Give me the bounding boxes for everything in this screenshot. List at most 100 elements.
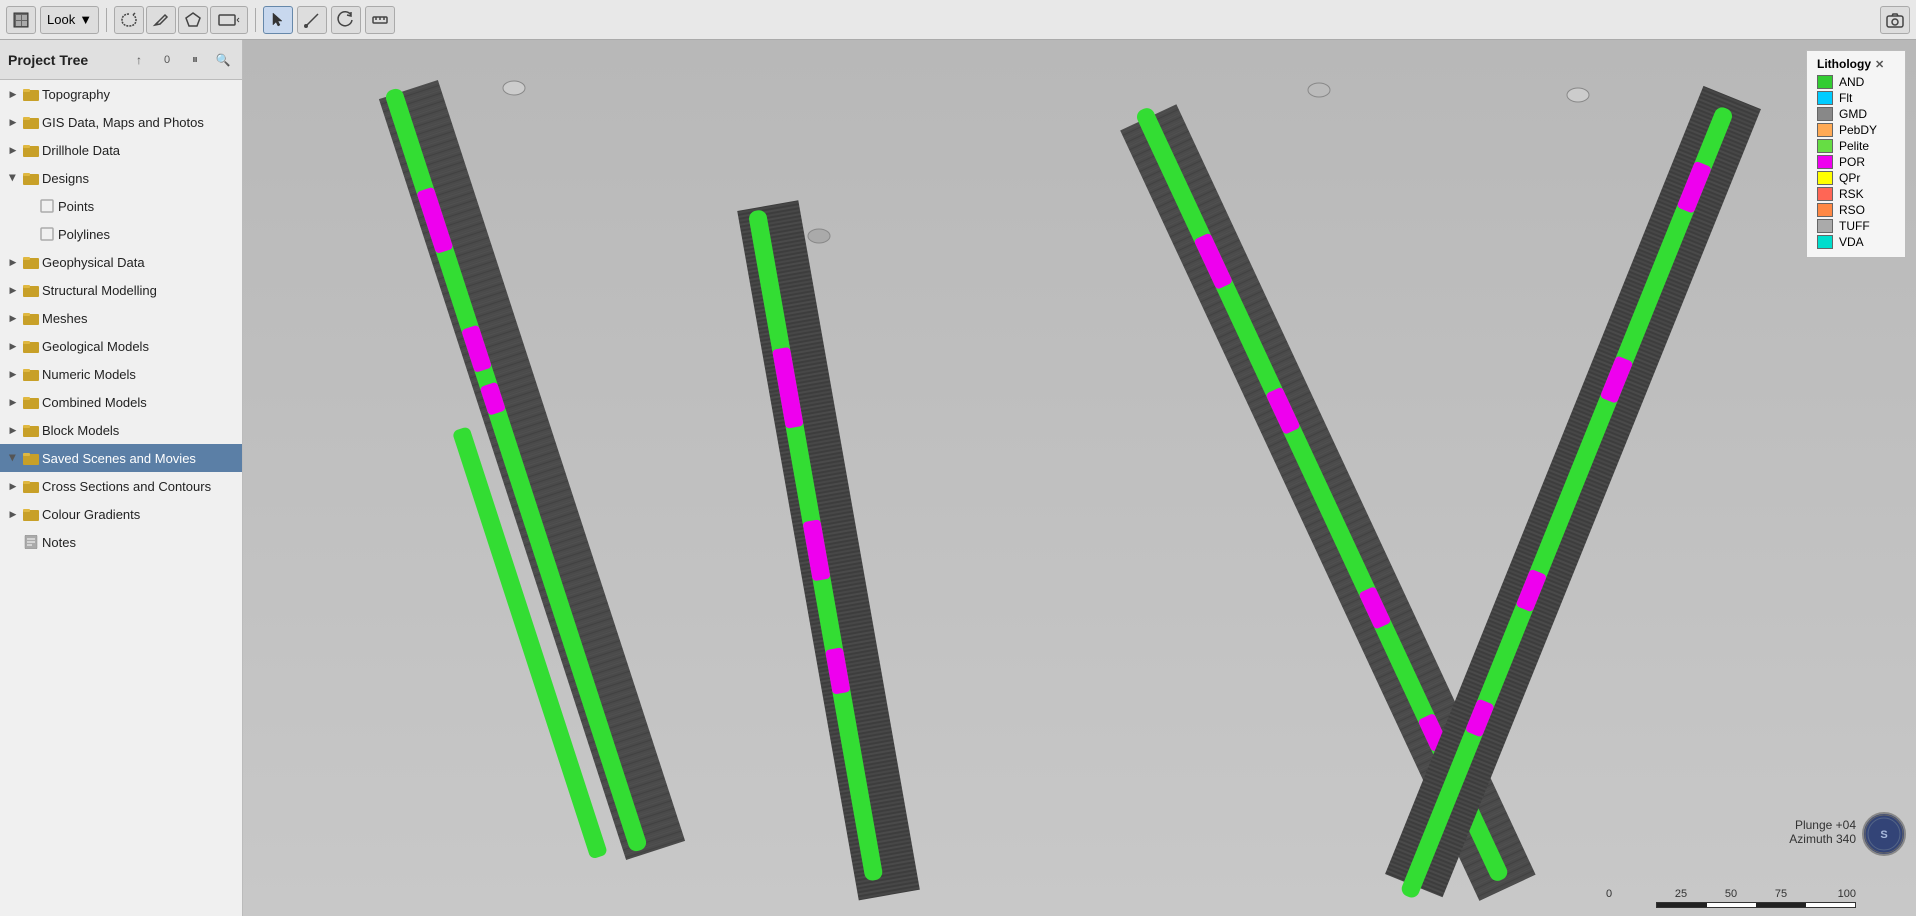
plunge-label: Plunge +04 xyxy=(1789,818,1856,832)
lasso-draw-button[interactable] xyxy=(114,6,144,34)
scale-bar-graphic xyxy=(1656,902,1856,908)
pencil-tool-button[interactable] xyxy=(146,6,176,34)
tree-label-notes: Notes xyxy=(42,535,236,550)
tree-label-points: Points xyxy=(58,199,236,214)
legend-item-and: AND xyxy=(1817,75,1895,89)
legend-label-pebdy: PebDY xyxy=(1839,123,1877,137)
tree-label-saved-scenes: Saved Scenes and Movies xyxy=(42,451,236,466)
polygon-tool-button[interactable] xyxy=(178,6,208,34)
legend-label-and: AND xyxy=(1839,75,1864,89)
sidebar-item-meshes[interactable]: ▶Meshes xyxy=(0,304,242,332)
expand-arrow-gis-data: ▶ xyxy=(6,115,20,129)
tree-icon-polylines xyxy=(39,226,55,242)
expand-arrow-geological-models: ▶ xyxy=(6,339,20,353)
tree-icon-designs xyxy=(23,170,39,186)
viewport[interactable]: Lithology ✕ ANDFltGMDPebDYPelitePORQPrRS… xyxy=(243,40,1916,916)
up-button[interactable]: ↑ xyxy=(128,49,150,71)
tree-icon-geophysical-data xyxy=(23,254,39,270)
legend-label-tuff: TUFF xyxy=(1839,219,1870,233)
tree-label-cross-sections: Cross Sections and Contours xyxy=(42,479,236,494)
pause-button[interactable]: ⏸ xyxy=(184,49,206,71)
tree-icon-points xyxy=(39,198,55,214)
legend-label-flt: Flt xyxy=(1839,91,1852,105)
look-dropdown[interactable]: Look ▼ xyxy=(40,6,99,34)
expand-arrow-structural-modelling: ▶ xyxy=(6,283,20,297)
legend-close-icon[interactable]: ✕ xyxy=(1875,58,1884,71)
sidebar-item-designs[interactable]: ▶ Designs xyxy=(0,164,242,192)
scale-labels: 0 25 50 75 100 xyxy=(1606,888,1856,900)
sidebar-item-combined-models[interactable]: ▶Combined Models xyxy=(0,388,242,416)
legend-swatch-vda xyxy=(1817,235,1833,249)
measure-tool-button[interactable] xyxy=(365,6,395,34)
legend-label-por: POR xyxy=(1839,155,1865,169)
expand-arrow-cross-sections: ▶ xyxy=(6,479,20,493)
sidebar-item-drillhole-data[interactable]: ▶ Drillhole Data xyxy=(0,136,242,164)
legend-label-rso: RSO xyxy=(1839,203,1865,217)
tree-label-numeric-models: Numeric Models xyxy=(42,367,236,382)
legend-swatch-and xyxy=(1817,75,1833,89)
tree-label-polylines: Polylines xyxy=(58,227,236,242)
compass-widget[interactable]: S xyxy=(1862,812,1906,856)
tree-label-topography: Topography xyxy=(42,87,236,102)
sidebar: Project Tree ↑ 0 ⏸ 🔍 ▶Topography▶GIS Dat… xyxy=(0,40,243,916)
legend-swatch-por xyxy=(1817,155,1833,169)
line-tool-button[interactable] xyxy=(297,6,327,34)
zero-button[interactable]: 0 xyxy=(156,49,178,71)
select-tool-button[interactable] xyxy=(263,6,293,34)
look-label: Look xyxy=(47,12,75,27)
tree-icon-structural-modelling xyxy=(23,282,39,298)
tree-label-drillhole-data: Drillhole Data xyxy=(42,143,236,158)
sidebar-item-saved-scenes[interactable]: ▶Saved Scenes and Movies xyxy=(0,444,242,472)
sidebar-item-notes[interactable]: Notes xyxy=(0,528,242,556)
expand-arrow-drillhole-data: ▶ xyxy=(6,143,20,157)
sidebar-item-geophysical-data[interactable]: ▶ Geophysical Data xyxy=(0,248,242,276)
sidebar-item-block-models[interactable]: ▶Block Models xyxy=(0,416,242,444)
sidebar-item-topography[interactable]: ▶Topography xyxy=(0,80,242,108)
sidebar-item-geological-models[interactable]: ▶Geological Models xyxy=(0,332,242,360)
sidebar-item-gis-data[interactable]: ▶ GIS Data, Maps and Photos xyxy=(0,108,242,136)
tree-icon-numeric-models xyxy=(23,366,39,382)
legend-label-qpr: QPr xyxy=(1839,171,1860,185)
legend-label-gmd: GMD xyxy=(1839,107,1867,121)
legend-items: ANDFltGMDPebDYPelitePORQPrRSKRSOTUFFVDA xyxy=(1817,75,1895,249)
legend-item-por: POR xyxy=(1817,155,1895,169)
svg-text:S: S xyxy=(1880,829,1887,841)
legend: Lithology ✕ ANDFltGMDPebDYPelitePORQPrRS… xyxy=(1806,50,1906,258)
legend-swatch-rsk xyxy=(1817,187,1833,201)
rotate-tool-button[interactable] xyxy=(331,6,361,34)
sidebar-item-cross-sections[interactable]: ▶ Cross Sections and Contours xyxy=(0,472,242,500)
sidebar-item-colour-gradients[interactable]: ▶Colour Gradients xyxy=(0,500,242,528)
scale-bar: 0 25 50 75 100 xyxy=(1606,888,1856,908)
legend-swatch-flt xyxy=(1817,91,1833,105)
tree-icon-drillhole-data xyxy=(23,142,39,158)
legend-swatch-rso xyxy=(1817,203,1833,217)
tree-label-designs: Designs xyxy=(42,171,236,186)
camera-button[interactable] xyxy=(1880,6,1910,34)
legend-label-rsk: RSK xyxy=(1839,187,1864,201)
search-button[interactable]: 🔍 xyxy=(212,49,234,71)
sidebar-item-polylines[interactable]: Polylines xyxy=(0,220,242,248)
sidebar-header: Project Tree ↑ 0 ⏸ 🔍 xyxy=(0,40,242,80)
legend-swatch-tuff xyxy=(1817,219,1833,233)
legend-item-rso: RSO xyxy=(1817,203,1895,217)
legend-item-qpr: QPr xyxy=(1817,171,1895,185)
tree-icon-gis-data xyxy=(23,114,39,130)
tree-label-meshes: Meshes xyxy=(42,311,236,326)
tree-label-colour-gradients: Colour Gradients xyxy=(42,507,236,522)
tree-icon-notes xyxy=(23,534,39,550)
view-mode-button[interactable] xyxy=(6,6,36,34)
legend-swatch-pelite xyxy=(1817,139,1833,153)
expand-arrow-geophysical-data: ▶ xyxy=(6,255,20,269)
tree-icon-colour-gradients xyxy=(23,506,39,522)
drillholes-scene xyxy=(243,40,1916,916)
legend-title: Lithology ✕ xyxy=(1817,57,1895,71)
expand-arrow-designs: ▶ xyxy=(6,171,20,185)
sidebar-item-structural-modelling[interactable]: ▶Structural Modelling xyxy=(0,276,242,304)
azimuth-label: Azimuth 340 xyxy=(1789,832,1856,846)
tree-label-gis-data: GIS Data, Maps and Photos xyxy=(42,115,236,130)
legend-item-tuff: TUFF xyxy=(1817,219,1895,233)
tree-label-geophysical-data: Geophysical Data xyxy=(42,255,236,270)
sidebar-item-points[interactable]: Points xyxy=(0,192,242,220)
sidebar-item-numeric-models[interactable]: ▶Numeric Models xyxy=(0,360,242,388)
rect-tool-button[interactable] xyxy=(210,6,248,34)
